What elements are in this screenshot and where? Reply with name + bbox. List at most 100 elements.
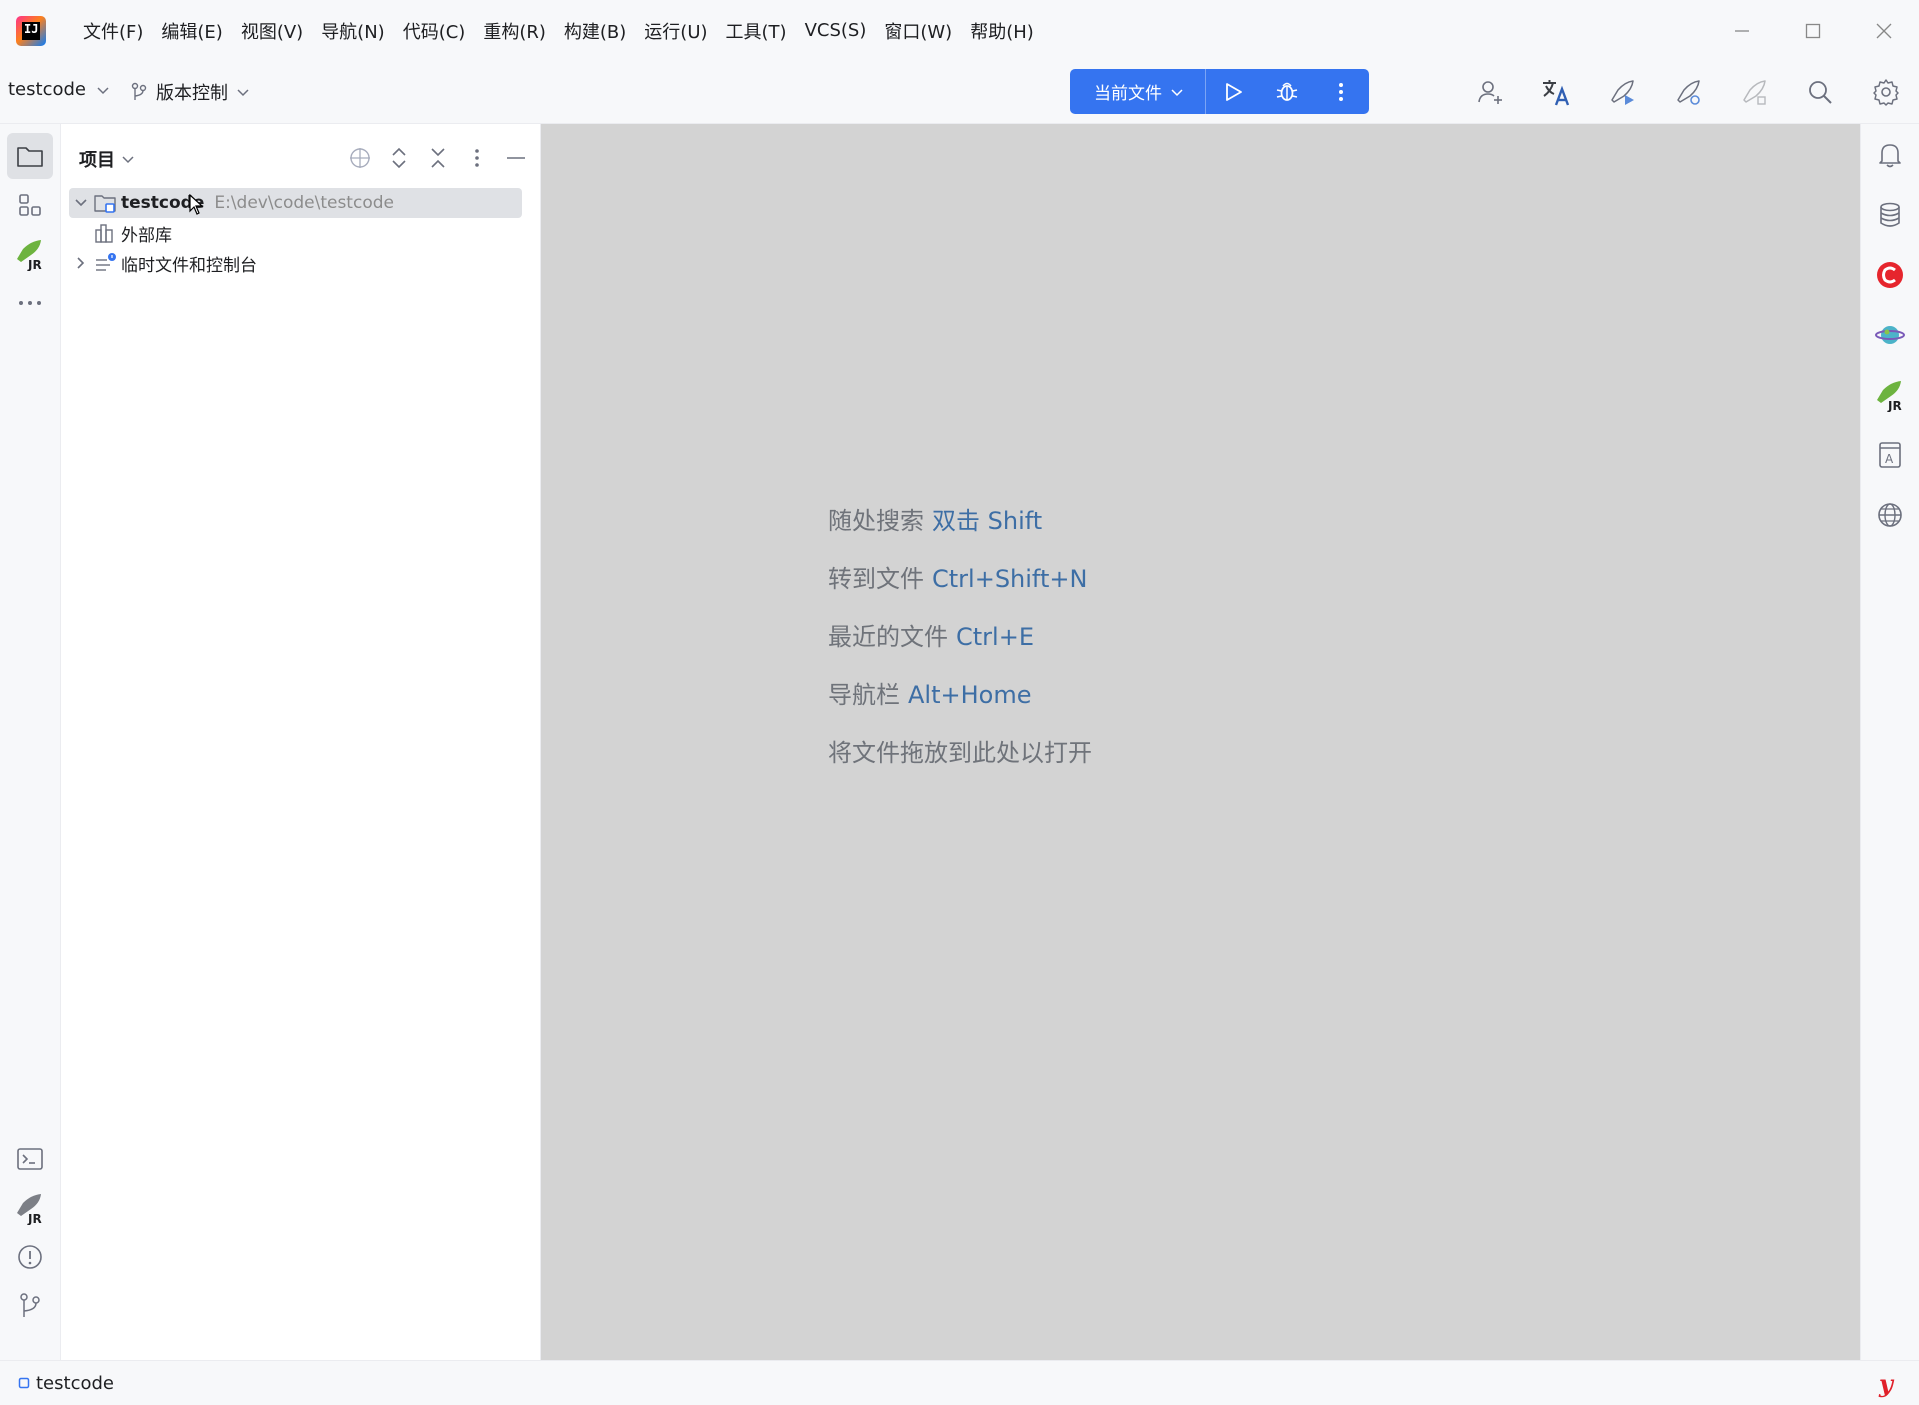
database-button[interactable] bbox=[1867, 192, 1913, 238]
search-everywhere-button[interactable] bbox=[1787, 69, 1853, 114]
module-folder-icon bbox=[93, 191, 117, 215]
left-tool-window-strip: JR JR bbox=[0, 124, 61, 1360]
planet-plugin-button[interactable] bbox=[1867, 312, 1913, 358]
rocket-run-icon bbox=[1611, 79, 1634, 105]
window-controls bbox=[1706, 0, 1919, 61]
expand-all-icon bbox=[391, 147, 406, 168]
jrebel-tool-button[interactable]: JR bbox=[7, 231, 53, 277]
project-view-selector[interactable]: 项目 bbox=[79, 146, 135, 172]
hint-drop-files: 将文件拖放到此处以打开 bbox=[828, 739, 1092, 767]
hint-shortcut: Ctrl+E bbox=[956, 623, 1034, 651]
vcs-switcher[interactable]: 版本控制 bbox=[130, 79, 250, 105]
add-user-icon bbox=[1478, 80, 1502, 104]
dictionary-button[interactable]: A bbox=[1867, 432, 1913, 478]
menu-code[interactable]: 代码(C) bbox=[394, 12, 475, 50]
locate-file-button[interactable] bbox=[344, 142, 375, 173]
rocket-icon bbox=[1743, 79, 1766, 105]
project-tool-window: 项目 testcode E:\dev\code\testcode 外部库 临时文… bbox=[61, 124, 541, 1360]
rocket-stop-button[interactable] bbox=[1721, 69, 1787, 114]
more-tool-windows-button[interactable] bbox=[7, 280, 53, 326]
hint-go-to-file: 转到文件 Ctrl+Shift+N bbox=[828, 565, 1088, 593]
settings-button[interactable] bbox=[1853, 69, 1919, 114]
menu-refactor[interactable]: 重构(R) bbox=[474, 12, 555, 50]
close-button[interactable] bbox=[1848, 0, 1919, 61]
menu-build[interactable]: 构建(B) bbox=[555, 12, 635, 50]
code-with-me-button[interactable] bbox=[1457, 69, 1523, 114]
codota-icon bbox=[1877, 262, 1903, 288]
menu-edit[interactable]: 编辑(E) bbox=[152, 12, 231, 50]
jrebel-console-icon: JR bbox=[17, 1194, 42, 1225]
menu-tools[interactable]: 工具(T) bbox=[717, 12, 796, 50]
rocket-debug-button[interactable] bbox=[1655, 69, 1721, 114]
hint-shortcut: Alt+Home bbox=[908, 681, 1032, 709]
git-branch-icon bbox=[20, 1293, 40, 1317]
panel-options-button[interactable] bbox=[461, 142, 492, 173]
maximize-button[interactable] bbox=[1777, 0, 1848, 61]
expand-all-button[interactable] bbox=[383, 142, 414, 173]
tree-item-project-root[interactable]: testcode E:\dev\code\testcode bbox=[69, 188, 522, 218]
jrebel-setup-button[interactable]: JR bbox=[1867, 372, 1913, 418]
intellij-idea-icon[interactable]: IJ bbox=[16, 15, 46, 46]
translate-icon bbox=[1543, 79, 1570, 105]
globe-icon bbox=[1878, 503, 1902, 527]
chevron-right-icon bbox=[77, 257, 85, 269]
hint-shortcut: Ctrl+Shift+N bbox=[932, 565, 1088, 593]
menu-view[interactable]: 视图(V) bbox=[232, 12, 312, 50]
chevron-down-icon bbox=[237, 89, 249, 97]
expand-toggle[interactable] bbox=[69, 188, 93, 218]
hint-recent-files: 最近的文件 Ctrl+E bbox=[828, 623, 1034, 651]
translate-button[interactable] bbox=[1523, 69, 1589, 114]
menu-help[interactable]: 帮助(H) bbox=[961, 12, 1043, 50]
planet-icon bbox=[1875, 326, 1905, 344]
minimize-button[interactable] bbox=[1706, 0, 1777, 61]
collapse-all-icon bbox=[430, 147, 445, 168]
hide-panel-button[interactable] bbox=[500, 142, 531, 173]
run-button[interactable] bbox=[1206, 69, 1260, 114]
tree-item-external-libraries[interactable]: 外部库 bbox=[69, 218, 533, 248]
module-icon bbox=[18, 1377, 30, 1389]
maximize-icon bbox=[1805, 23, 1820, 38]
debug-button[interactable] bbox=[1260, 69, 1314, 114]
project-tool-button[interactable] bbox=[7, 133, 53, 179]
chevron-down-icon bbox=[75, 199, 87, 207]
close-icon bbox=[1876, 23, 1891, 38]
editor-empty-area[interactable]: 随处搜索 双击 Shift 转到文件 Ctrl+Shift+N 最近的文件 Ctrl+… bbox=[541, 124, 1860, 1360]
menu-window[interactable]: 窗口(W) bbox=[875, 12, 961, 50]
chevron-down-icon bbox=[97, 86, 109, 94]
bell-icon bbox=[1879, 144, 1901, 168]
menu-navigate[interactable]: 导航(N) bbox=[312, 12, 394, 50]
hint-shortcut: 双击 Shift bbox=[932, 507, 1043, 535]
toolbar-right-actions bbox=[1457, 69, 1919, 114]
search-icon bbox=[1809, 80, 1832, 104]
status-project-breadcrumb[interactable]: testcode bbox=[18, 1373, 114, 1394]
warning-circle-icon bbox=[18, 1245, 42, 1269]
project-panel-header: 项目 bbox=[61, 124, 541, 190]
notifications-button[interactable] bbox=[1867, 132, 1913, 178]
run-configuration-selector[interactable]: 当前文件 bbox=[1070, 69, 1206, 114]
menu-file[interactable]: 文件(F) bbox=[74, 12, 152, 50]
more-vertical-icon bbox=[474, 148, 479, 167]
git-tool-button[interactable] bbox=[7, 1283, 53, 1329]
rocket-run-button[interactable] bbox=[1589, 69, 1655, 114]
project-panel-actions bbox=[344, 142, 531, 173]
problems-tool-button[interactable] bbox=[7, 1234, 53, 1280]
menu-vcs[interactable]: VCS(S) bbox=[796, 14, 876, 47]
minimize-icon bbox=[1734, 29, 1749, 32]
terminal-tool-button[interactable] bbox=[7, 1136, 53, 1182]
jrebel-console-button[interactable]: JR bbox=[7, 1185, 53, 1231]
tree-item-scratches-and-consoles[interactable]: 临时文件和控制台 bbox=[69, 248, 533, 278]
crosshair-icon bbox=[349, 147, 370, 168]
project-switcher[interactable]: testcode bbox=[8, 79, 110, 100]
status-project-label: testcode bbox=[36, 1372, 114, 1394]
yapi-plugin-icon[interactable]: y bbox=[1879, 1369, 1893, 1398]
bug-icon bbox=[1276, 82, 1298, 101]
web-browser-button[interactable] bbox=[1867, 492, 1913, 538]
structure-tool-button[interactable] bbox=[7, 182, 53, 228]
menu-run[interactable]: 运行(U) bbox=[635, 12, 716, 50]
gear-icon bbox=[1873, 78, 1899, 106]
collapse-all-button[interactable] bbox=[422, 142, 453, 173]
more-actions-button[interactable] bbox=[1314, 69, 1368, 114]
codota-button[interactable] bbox=[1867, 252, 1913, 298]
expand-toggle[interactable] bbox=[69, 248, 93, 278]
tree-item-label: 临时文件和控制台 bbox=[121, 255, 257, 276]
